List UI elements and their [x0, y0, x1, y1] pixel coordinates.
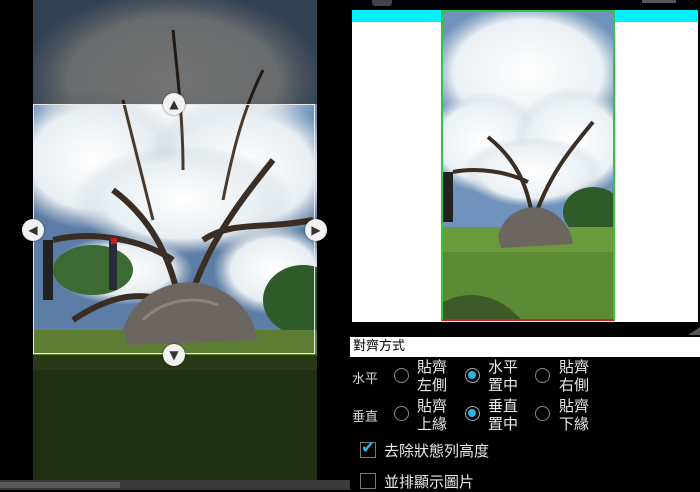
checkbox-side-by-side[interactable]	[360, 473, 376, 489]
radio-align-vcenter[interactable]	[465, 406, 480, 421]
checkbox-remove-statusbar[interactable]	[360, 438, 376, 458]
panel-divider	[350, 322, 700, 336]
chevron-down-icon[interactable]: ▼	[163, 344, 185, 366]
status-indicator-bar	[642, 0, 676, 3]
radio-align-left[interactable]	[394, 368, 409, 383]
option-align-left[interactable]: 貼齊 左側	[417, 358, 457, 394]
radio-align-top[interactable]	[394, 406, 409, 421]
horizontal-label: 水平	[352, 372, 379, 387]
wallpaper-preview	[352, 10, 698, 322]
radio-align-right[interactable]	[535, 368, 550, 383]
preview-photo	[443, 12, 613, 319]
crop-selection-rect[interactable]	[33, 104, 315, 354]
preview-photo-frame	[441, 10, 615, 321]
section-header: 對齊方式	[350, 337, 700, 357]
scrollbar-thumb[interactable]	[0, 482, 120, 488]
crop-dim-bottom	[33, 355, 317, 480]
crop-dim-top	[33, 0, 317, 104]
chevron-up-icon[interactable]: ▲	[163, 93, 185, 115]
option-align-hcenter[interactable]: 水平 置中	[488, 358, 528, 394]
remove-statusbar-label[interactable]: 去除狀態列高度	[384, 440, 489, 461]
option-align-right[interactable]: 貼齊 右側	[559, 358, 599, 394]
radio-align-hcenter[interactable]	[465, 368, 480, 383]
option-align-top[interactable]: 貼齊 上緣	[417, 397, 457, 433]
chevron-right-icon[interactable]: ▶	[305, 219, 327, 241]
chevron-left-icon[interactable]: ◀	[22, 219, 44, 241]
option-align-bottom[interactable]: 貼齊 下緣	[559, 397, 599, 433]
vertical-label: 垂直	[352, 410, 379, 425]
status-indicator	[372, 0, 392, 6]
option-align-vcenter[interactable]: 垂直 置中	[488, 397, 528, 433]
settings-panel: 對齊方式 水平 貼齊 左側 水平 置中 貼齊 右側 垂直 貼齊 上緣 垂直 置中…	[350, 0, 700, 492]
resize-grip-icon[interactable]	[688, 327, 700, 335]
side-by-side-label[interactable]: 並排顯示圖片	[384, 471, 474, 492]
crop-editor-panel: ▲ ▼ ◀ ▶	[0, 0, 350, 490]
radio-align-bottom[interactable]	[535, 406, 550, 421]
